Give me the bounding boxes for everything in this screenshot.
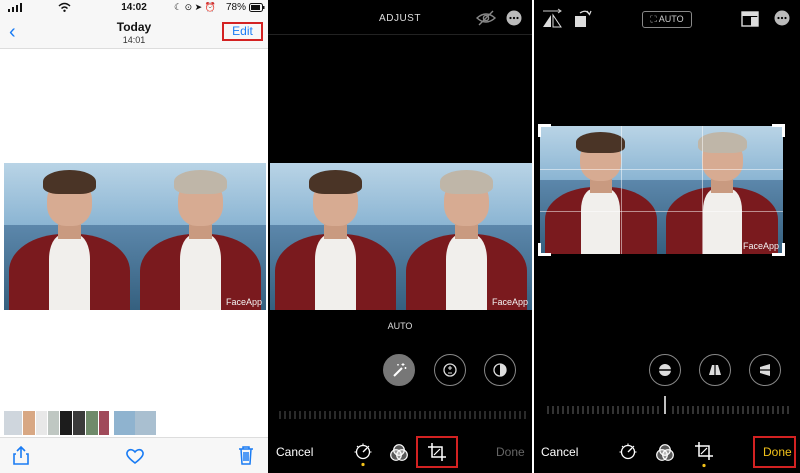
thumbnail-strip[interactable] — [0, 410, 268, 436]
crop-corner-handle[interactable] — [538, 243, 551, 256]
crop-frame[interactable]: FaceApp — [538, 124, 785, 256]
cancel-button[interactable]: Cancel — [276, 445, 313, 459]
portrait-left — [270, 163, 401, 310]
thumbnail[interactable] — [73, 411, 85, 435]
photo-preview: FaceApp — [540, 126, 783, 254]
aspect-ratio-icon[interactable] — [741, 11, 759, 32]
thumbnail[interactable] — [36, 411, 47, 435]
exposure-icon[interactable] — [434, 354, 466, 386]
thumbnail[interactable] — [60, 411, 72, 435]
filters-icon[interactable] — [389, 444, 409, 467]
trash-icon[interactable] — [237, 445, 255, 470]
flip-icon[interactable] — [542, 8, 562, 33]
adjust-dial-icon[interactable] — [353, 443, 373, 472]
thumbnail-selected[interactable] — [114, 411, 156, 435]
crop-corner-handle[interactable] — [538, 124, 551, 137]
portrait-right — [661, 126, 783, 254]
edit-button[interactable]: Edit — [222, 22, 263, 41]
faceapp-watermark: FaceApp — [491, 297, 528, 307]
grid-line — [540, 169, 783, 170]
hide-icon[interactable] — [475, 10, 497, 31]
bottom-toolbar — [0, 437, 268, 473]
nav-bar: 14:02 ☾ ⊙ ➤ ⏰ 78% ‹ Today 14:01 Edit — [0, 0, 268, 49]
filters-icon[interactable] — [655, 444, 675, 467]
brilliance-icon[interactable] — [484, 354, 516, 386]
magic-wand-icon[interactable] — [383, 354, 415, 386]
crop-editor-panel: ⛶ AUTO FaceApp Cancel Done — [534, 0, 800, 473]
more-icon[interactable] — [774, 10, 790, 31]
portrait-left — [540, 126, 662, 254]
straighten-dial[interactable] — [546, 395, 792, 415]
grid-line — [621, 126, 622, 254]
status-bar: 14:02 ☾ ⊙ ➤ ⏰ 78% — [0, 2, 268, 18]
battery-icon — [249, 3, 265, 15]
status-icons: ☾ ⊙ ➤ ⏰ — [174, 2, 216, 12]
done-button-highlight — [753, 436, 796, 468]
share-icon[interactable] — [12, 445, 30, 470]
portrait-left — [4, 163, 135, 310]
crop-corner-handle[interactable] — [772, 124, 785, 137]
heart-icon[interactable] — [125, 447, 145, 470]
adjust-dial-icon[interactable] — [618, 443, 638, 468]
auto-straighten-badge[interactable]: ⛶ AUTO — [642, 11, 692, 28]
faceapp-watermark: FaceApp — [225, 297, 262, 307]
adjust-editor-panel: ADJUST FaceApp AUTO Cancel Done — [268, 0, 532, 473]
straighten-icon[interactable] — [649, 354, 681, 386]
crop-corner-handle[interactable] — [772, 243, 785, 256]
crop-tool-highlight — [416, 436, 458, 468]
thumbnail[interactable] — [4, 411, 22, 435]
auto-bracket-icon: ⛶ — [650, 14, 659, 24]
photo[interactable]: FaceApp — [4, 163, 266, 310]
thumbnail[interactable] — [99, 411, 109, 435]
more-icon[interactable] — [506, 10, 522, 31]
auto-label: AUTO — [658, 14, 684, 24]
thumbnail[interactable] — [86, 411, 98, 435]
horizontal-perspective-icon[interactable] — [749, 354, 781, 386]
vertical-perspective-icon[interactable] — [699, 354, 731, 386]
cancel-button[interactable]: Cancel — [541, 445, 578, 459]
thumbnail[interactable] — [23, 411, 35, 435]
battery-percent: 78% — [226, 2, 247, 13]
header-divider — [268, 34, 532, 35]
thumbnail[interactable] — [48, 411, 59, 435]
crop-icon[interactable] — [695, 442, 713, 473]
auto-label: AUTO — [387, 321, 413, 331]
grid-line — [540, 211, 783, 212]
done-button[interactable]: Done — [496, 445, 525, 459]
grid-line — [702, 126, 703, 254]
portrait-right — [401, 163, 532, 310]
portrait-right — [135, 163, 266, 310]
rotate-icon[interactable] — [574, 8, 592, 33]
adjustment-dial[interactable] — [278, 407, 528, 419]
photo-preview[interactable]: FaceApp — [270, 163, 532, 310]
photos-viewer-panel: 14:02 ☾ ⊙ ➤ ⏰ 78% ‹ Today 14:01 Edit Fac… — [0, 0, 268, 473]
